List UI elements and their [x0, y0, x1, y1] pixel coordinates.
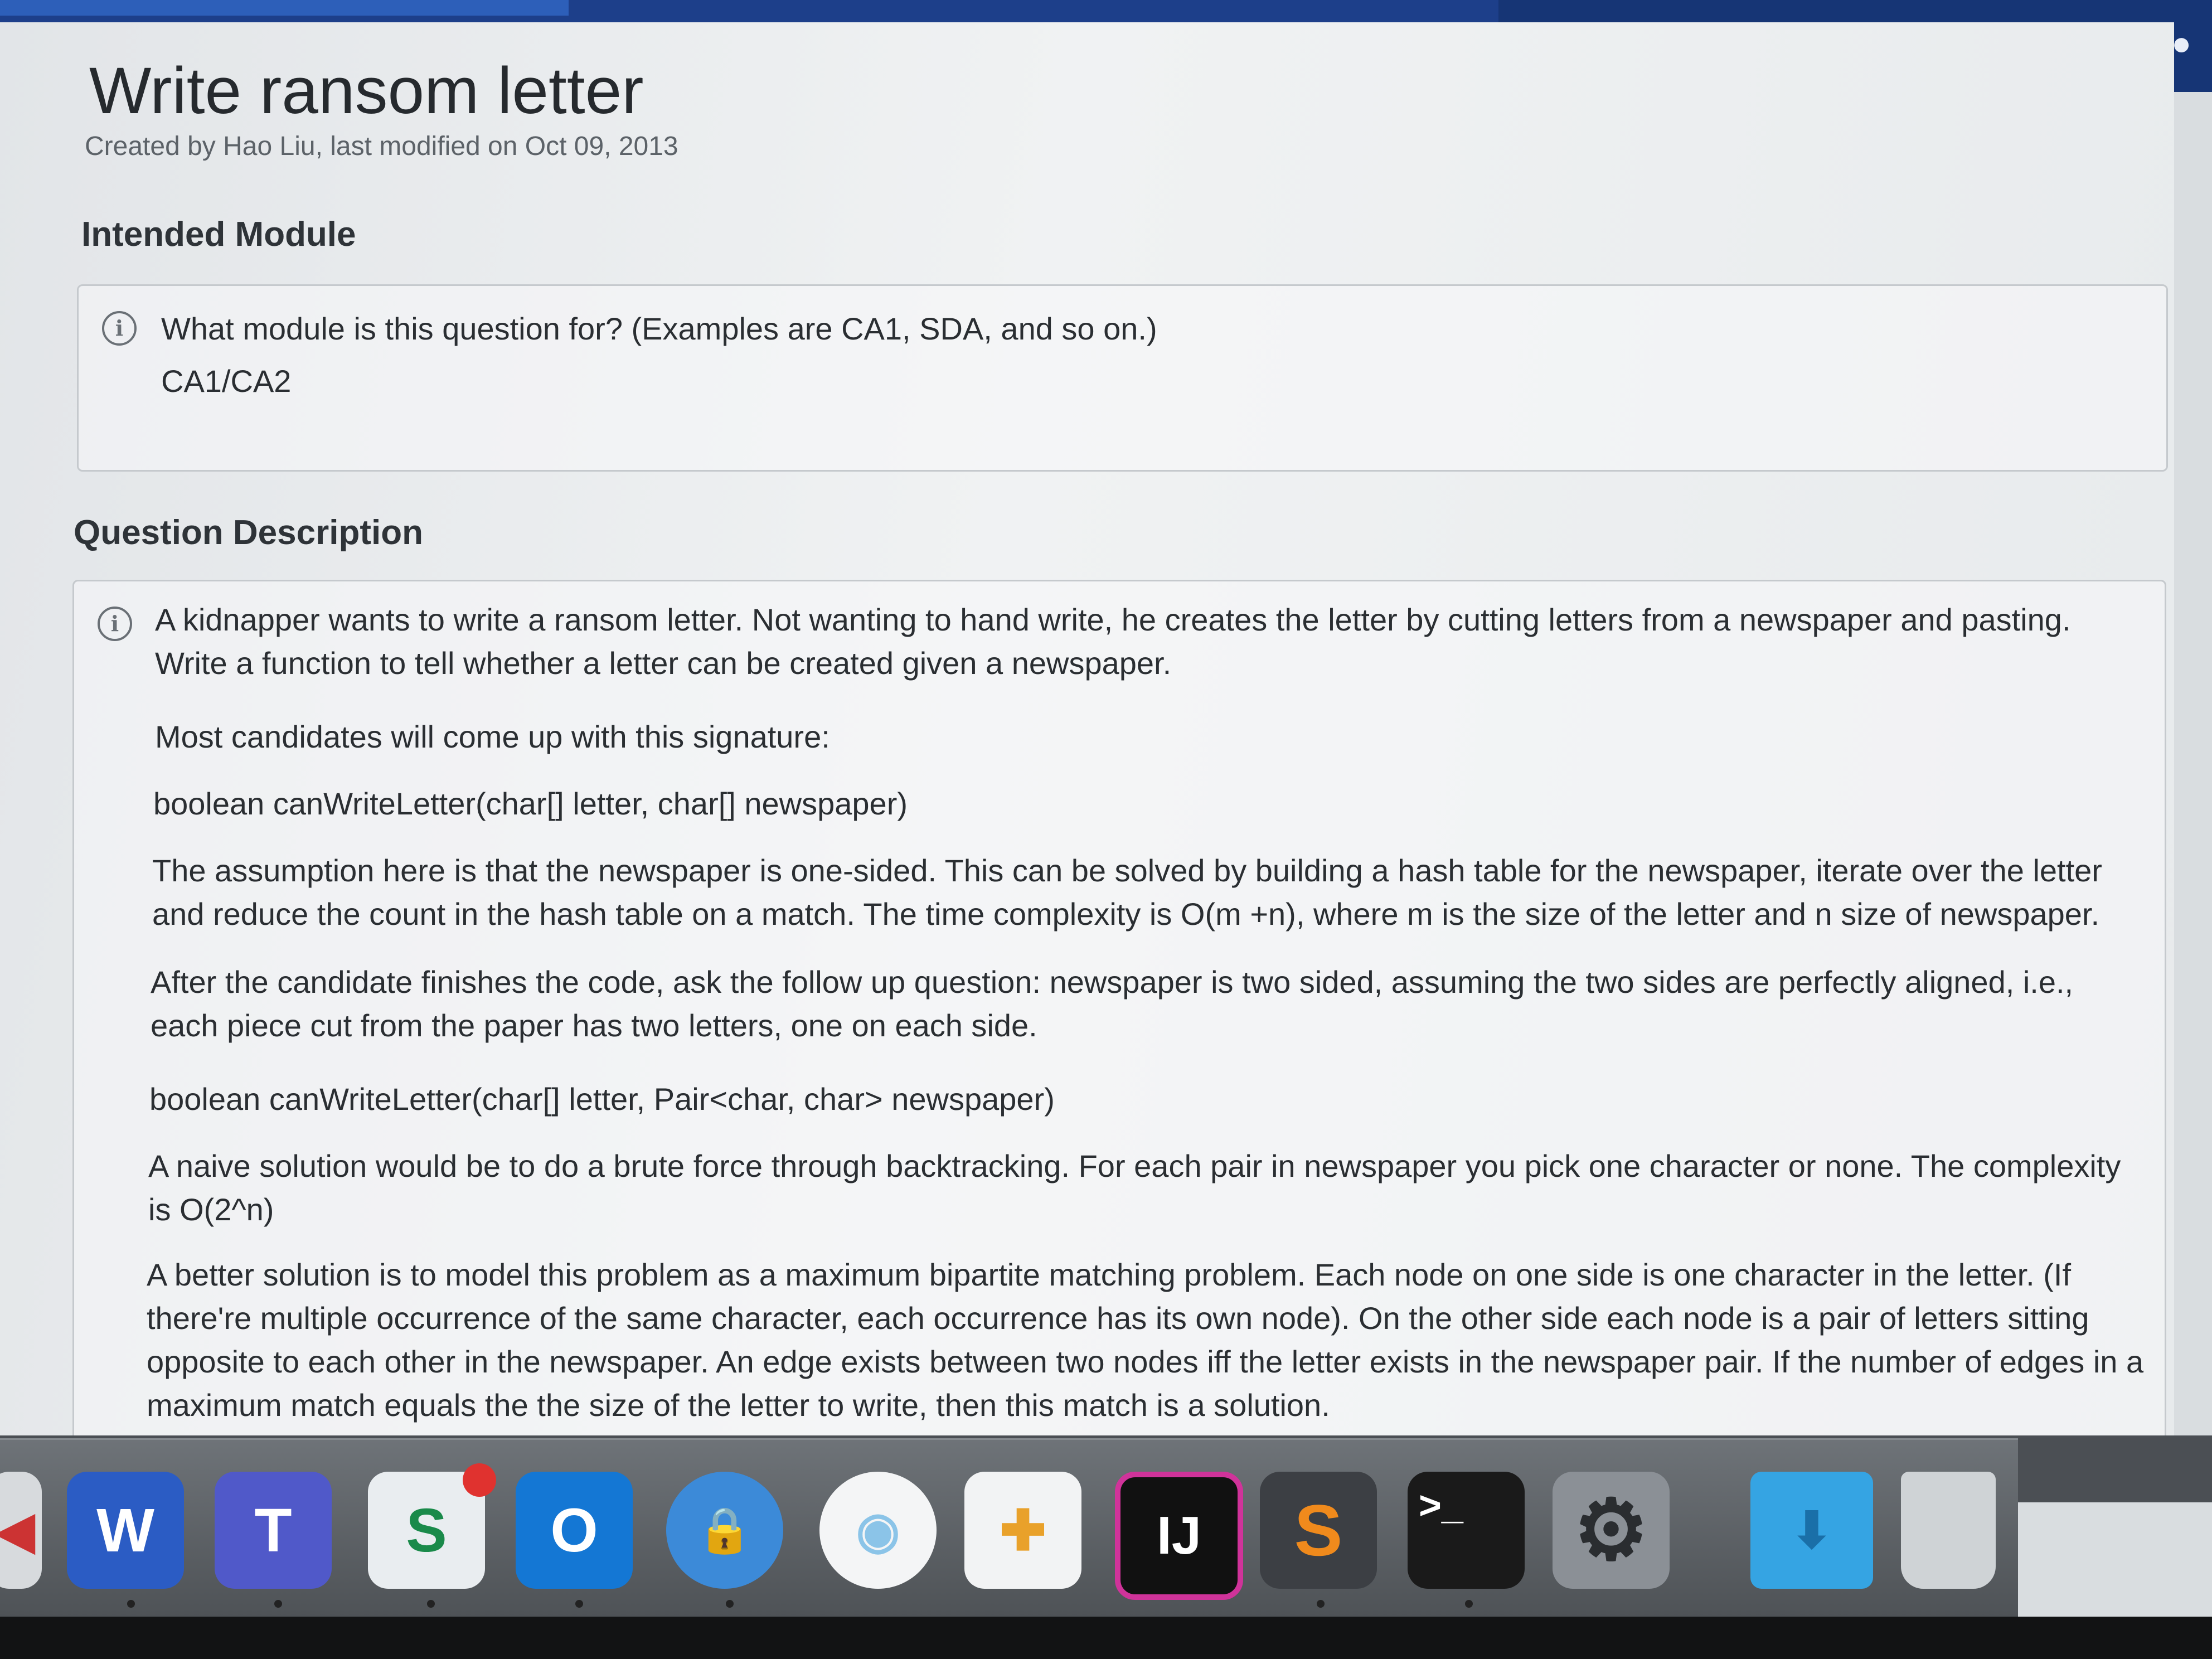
- running-indicator: [1317, 1600, 1325, 1608]
- intended-module-question: What module is this question for? (Examp…: [161, 311, 1157, 346]
- running-indicator: [427, 1600, 435, 1608]
- running-indicator: [274, 1600, 282, 1608]
- teams-icon[interactable]: T: [215, 1472, 332, 1589]
- paragraph: A better solution is to model this probl…: [147, 1257, 2144, 1423]
- sublime-glyph: S: [1294, 1490, 1343, 1571]
- page-title: Write ransom letter: [89, 54, 644, 128]
- skype-glyph: S: [406, 1496, 447, 1565]
- running-indicator: [575, 1600, 583, 1608]
- paragraph: The assumption here is that the newspape…: [152, 853, 2102, 932]
- terminal-icon[interactable]: >_: [1408, 1472, 1525, 1589]
- sublime-text-icon[interactable]: S: [1260, 1472, 1377, 1589]
- paragraph: A naive solution would be to do a brute …: [148, 1148, 2121, 1227]
- intellij-icon[interactable]: IJ: [1115, 1472, 1243, 1600]
- paragraph: After the candidate finishes the code, a…: [151, 964, 2074, 1043]
- outlook-icon[interactable]: O: [516, 1472, 633, 1589]
- paragraph: Most candidates will come up with this s…: [155, 719, 830, 754]
- top-nav-accent: [0, 0, 569, 16]
- outlook-glyph: O: [550, 1496, 598, 1565]
- running-indicator: [726, 1600, 734, 1608]
- info-icon: i: [98, 607, 132, 641]
- wifi-icon[interactable]: ◉: [819, 1472, 937, 1589]
- question-description-heading: Question Description: [74, 513, 423, 552]
- dock-app-partial[interactable]: ◀: [0, 1472, 42, 1589]
- intellij-glyph: IJ: [1156, 1506, 1202, 1565]
- page-byline: Created by Hao Liu, last modified on Oct…: [85, 132, 678, 161]
- system-preferences-icon[interactable]: ⚙: [1553, 1472, 1670, 1589]
- intended-module-answer: CA1/CA2: [161, 363, 292, 399]
- paragraph: A kidnapper wants to write a ransom lett…: [155, 602, 2071, 681]
- page-content: Write ransom letter Created by Hao Liu, …: [0, 22, 2174, 1475]
- teams-glyph: T: [254, 1496, 292, 1565]
- code-signature: boolean canWriteLetter(char[] letter, ch…: [153, 786, 908, 821]
- terminal-glyph: >_: [1419, 1483, 1463, 1527]
- self-service-icon[interactable]: ✚: [964, 1472, 1081, 1589]
- word-glyph: W: [96, 1496, 154, 1565]
- screen-bezel: [0, 1617, 2212, 1659]
- trash-icon[interactable]: [1901, 1472, 1996, 1589]
- intended-module-heading: Intended Module: [81, 215, 356, 254]
- info-icon: i: [102, 311, 137, 346]
- skype-notification-badge: [463, 1463, 496, 1497]
- word-icon[interactable]: W: [67, 1472, 184, 1589]
- vpn-icon[interactable]: 🔒: [666, 1472, 783, 1589]
- user-icon[interactable]: ●: [2171, 27, 2191, 60]
- intended-module-panel: i What module is this question for? (Exa…: [77, 284, 2168, 472]
- downloads-folder-icon[interactable]: ⬇: [1750, 1472, 1873, 1589]
- code-signature: boolean canWriteLetter(char[] letter, Pa…: [149, 1081, 1055, 1117]
- running-indicator: [127, 1600, 135, 1608]
- question-description-panel: i A kidnapper wants to write a ransom le…: [72, 580, 2166, 1475]
- running-indicator: [1465, 1600, 1473, 1608]
